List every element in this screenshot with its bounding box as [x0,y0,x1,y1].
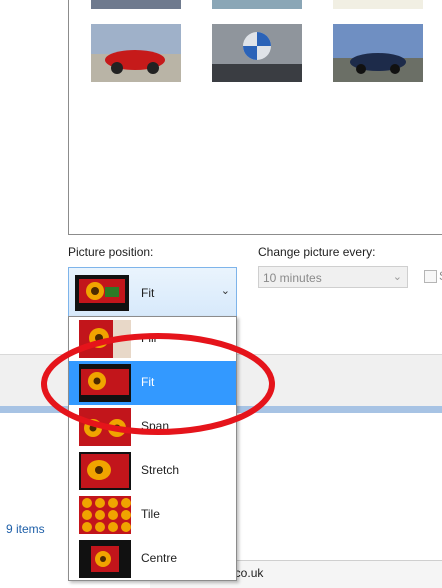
chevron-down-icon: ⌄ [220,285,230,297]
picture-position-value: Fit [141,286,155,300]
option-tile[interactable]: Tile [69,493,236,537]
change-picture-every-label: Change picture every: [258,245,376,259]
change-interval-combo[interactable]: 10 minutes ⌄ [258,266,408,288]
change-interval-value: 10 minutes [263,271,322,285]
option-span[interactable]: Span [69,405,236,449]
wallpaper-thumb[interactable] [212,24,302,82]
option-centre[interactable]: Centre [69,537,236,580]
fit-preview-icon [79,364,131,402]
option-stretch[interactable]: Stretch [69,449,236,493]
option-label: Fit [141,375,155,389]
shuffle-checkbox[interactable] [424,270,437,283]
wallpaper-thumb[interactable] [212,0,302,9]
wallpaper-thumb[interactable] [91,24,181,82]
picture-position-combo[interactable]: Fit ⌄ [68,267,237,317]
option-label: Centre [141,551,178,565]
wallpaper-thumb[interactable] [91,0,181,9]
fill-preview-icon [79,320,131,358]
stretch-preview-icon [79,452,131,490]
tile-preview-icon [79,496,131,534]
option-label: Tile [141,507,160,521]
centre-preview-icon [79,540,131,578]
wallpaper-gallery [68,0,442,235]
option-label: Span [141,419,170,433]
flower-thumbnail-icon [75,275,129,311]
option-fill[interactable]: Fill [69,317,236,361]
chevron-down-icon: ⌄ [392,271,402,283]
status-items-count: 9 items [6,522,45,536]
span-preview-icon [79,408,131,446]
picture-position-dropdown: Fill Fit Span Stretch Tile Centre [68,316,237,581]
option-fit[interactable]: Fit [69,361,236,405]
wallpaper-thumb[interactable] [333,24,423,82]
wallpaper-thumb[interactable] [333,0,423,9]
option-label: Stretch [141,463,180,477]
picture-position-label: Picture position: [68,245,154,259]
option-label: Fill [141,331,157,345]
